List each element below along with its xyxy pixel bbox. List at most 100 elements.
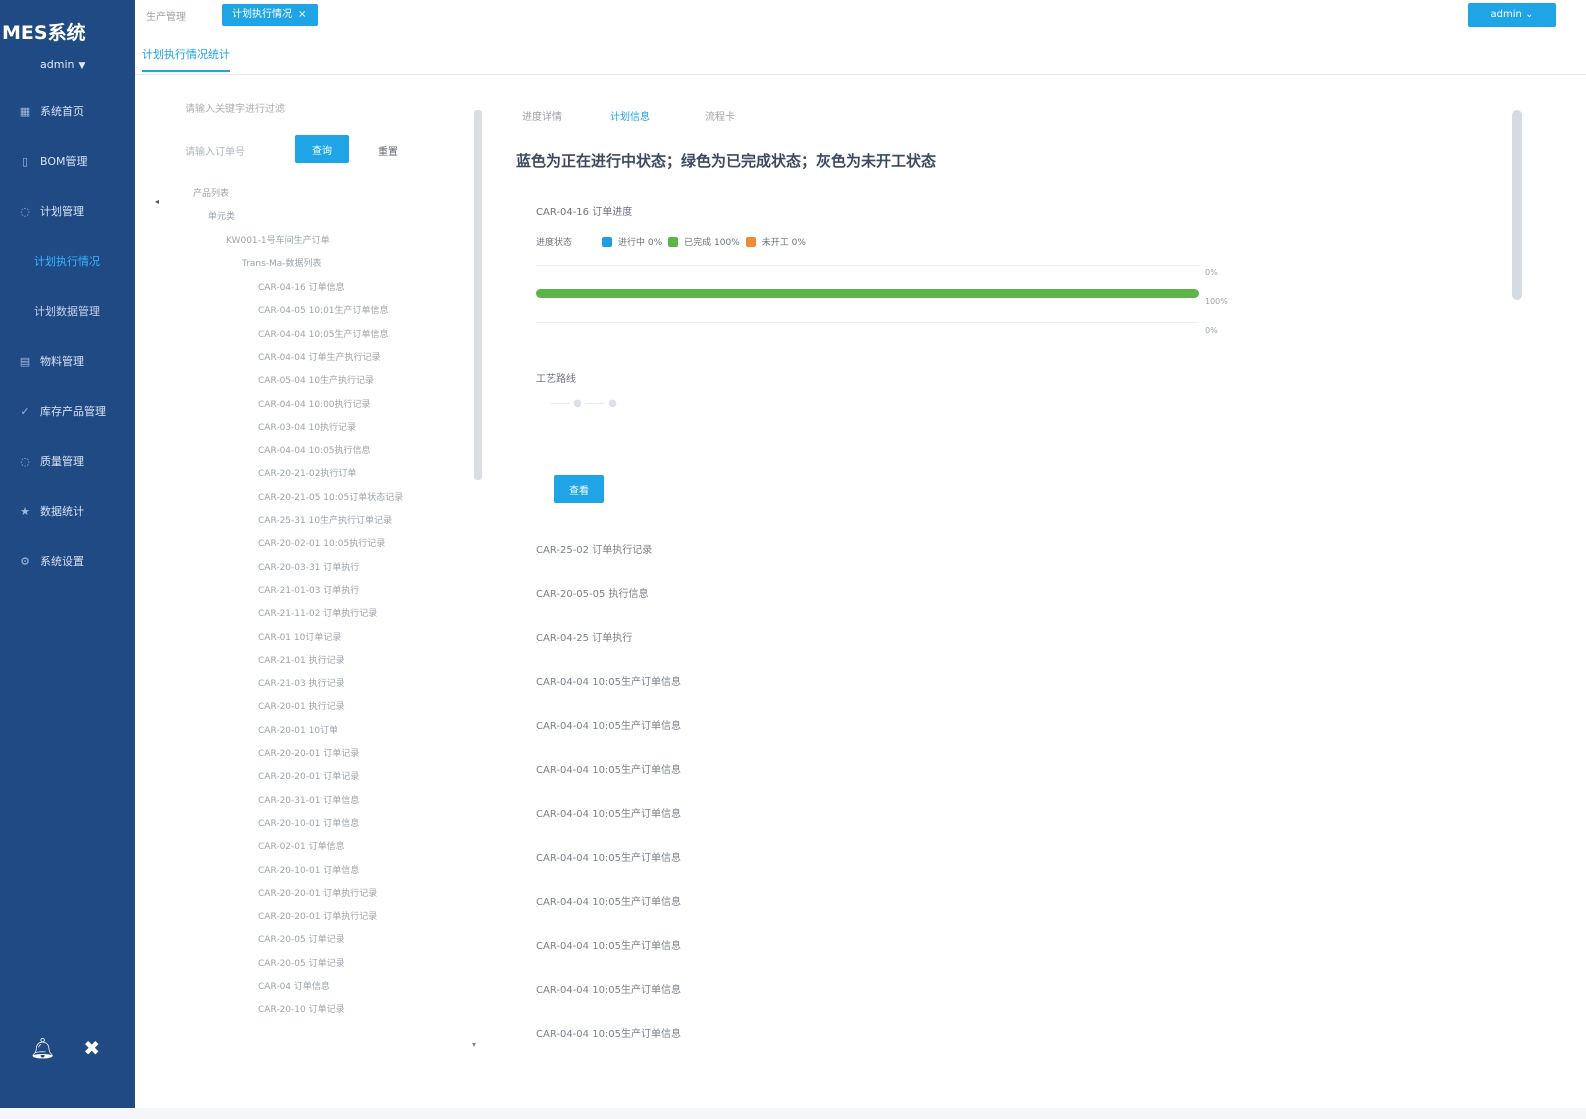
order-list-item[interactable]: CAR-04-04 10:05生产订单信息	[536, 937, 681, 952]
order-list-item[interactable]: CAR-04-04 10:05生产订单信息	[536, 805, 681, 820]
order-list-item[interactable]: CAR-04-04 10:05生产订单信息	[536, 761, 681, 776]
view-button[interactable]: 查看	[554, 475, 604, 503]
order-progress-label: CAR-04-16 订单进度	[536, 207, 633, 218]
axis-label-middle: 100%	[1205, 297, 1228, 306]
tree-leaf-item[interactable]: CAR-04-04 10:05执行信息	[258, 443, 371, 456]
tree-leaf-item[interactable]: CAR-04 订单信息	[258, 979, 330, 992]
tree-leaf-item[interactable]: CAR-20-05 订单记录	[258, 932, 345, 945]
tab-progress-detail[interactable]: 进度详情	[522, 108, 562, 123]
sidebar-item-home[interactable]: ▦ 系统首页	[0, 86, 135, 136]
sidebar-item-label: 质量管理	[40, 455, 84, 468]
tree-leaf-item[interactable]: CAR-20-05 订单记录	[258, 956, 345, 969]
tree-leaf-item[interactable]: CAR-03-04 10执行记录	[258, 420, 356, 433]
sidebar-item-quality[interactable]: ◌ 质量管理	[0, 436, 135, 486]
top-bar	[135, 0, 1586, 30]
tree-leaf-item[interactable]: CAR-21-01 执行记录	[258, 653, 345, 666]
tree-leaf-item[interactable]: CAR-20-31-01 订单信息	[258, 793, 359, 806]
order-list-item[interactable]: CAR-04-04 10:05生产订单信息	[536, 893, 681, 908]
sidebar-item-statistics[interactable]: ★ 数据统计	[0, 486, 135, 536]
close-icon[interactable]: ✖	[83, 1036, 100, 1060]
tree-leaf-item[interactable]: CAR-21-03 执行记录	[258, 676, 345, 689]
tree-leaf-item[interactable]: CAR-20-21-02执行订单	[258, 466, 356, 479]
completed-swatch	[668, 236, 679, 247]
tree-leaf-item[interactable]: CAR-02-01 订单信息	[258, 839, 345, 852]
tree-leaf-item[interactable]: CAR-20-10 订单记录	[258, 1002, 345, 1015]
sidebar-item-material[interactable]: ▤ 物料管理	[0, 336, 135, 386]
tree-leaf-item[interactable]: CAR-20-02-01 10:05执行记录	[258, 536, 385, 549]
tree-leaf-item[interactable]: CAR-20-20-01 订单执行记录	[258, 886, 377, 899]
tab-plan-info[interactable]: 计划信息	[610, 108, 650, 123]
sidebar-item-plan-data[interactable]: 计划数据管理	[0, 286, 135, 336]
tree-leaf-item[interactable]: CAR-20-20-01 订单记录	[258, 769, 359, 782]
tree-leaf-item[interactable]: CAR-04-16 订单信息	[258, 280, 345, 293]
sidebar-item-label: BOM管理	[40, 155, 88, 168]
tree-leaf-item[interactable]: CAR-20-03-31 订单执行	[258, 560, 359, 573]
tree-node-level1[interactable]: 单元类	[208, 209, 235, 222]
order-list-item[interactable]: CAR-04-04 10:05生产订单信息	[536, 673, 681, 688]
tree-scrollbar[interactable]	[474, 110, 482, 480]
order-list-item[interactable]: CAR-20-05-05 执行信息	[536, 585, 649, 600]
close-icon[interactable]: ×	[298, 9, 306, 20]
chevron-down-icon: ⌄	[1525, 9, 1534, 20]
tree-leaf-item[interactable]: CAR-20-01 执行记录	[258, 699, 345, 712]
order-list-item[interactable]: CAR-25-02 订单执行记录	[536, 541, 652, 556]
subtitle-bar	[135, 30, 1586, 75]
tree-leaf-item[interactable]: CAR-04-04 订单生产执行记录	[258, 350, 381, 363]
collapse-toggle-icon[interactable]: ◂	[155, 197, 159, 206]
tab-flow-card[interactable]: 流程卡	[705, 108, 735, 123]
reset-button[interactable]: 重置	[378, 143, 398, 158]
tree-leaf-item[interactable]: CAR-01 10订单记录	[258, 630, 341, 643]
tree-node-root[interactable]: 产品列表	[193, 186, 229, 199]
search-button[interactable]: 查询	[295, 135, 349, 163]
right-scrollbar[interactable]	[1512, 110, 1522, 300]
sidebar-item-settings[interactable]: ⚙ 系统设置	[0, 536, 135, 586]
document-icon: ▯	[21, 154, 29, 168]
tree-leaf-item[interactable]: CAR-20-01 10订单	[258, 723, 338, 736]
tree-leaf-item[interactable]: CAR-21-11-02 订单执行记录	[258, 606, 377, 619]
not-started-swatch	[745, 236, 756, 247]
tree-leaf-item[interactable]: CAR-25-31 10生产执行订单记录	[258, 513, 392, 526]
table-icon: ▤	[19, 354, 31, 368]
sidebar-item-label: 计划数据管理	[34, 305, 100, 318]
sidebar-item-bom[interactable]: ▯ BOM管理	[0, 136, 135, 186]
tree-leaf-item[interactable]: CAR-20-10-01 订单信息	[258, 816, 359, 829]
tree-node-level3[interactable]: Trans-Ma-数据列表	[242, 256, 322, 269]
tree-leaf-item[interactable]: CAR-05-04 10生产执行记录	[258, 373, 374, 386]
order-number-input[interactable]: 请输入订单号	[185, 143, 245, 158]
completion-progress-bar	[536, 289, 1199, 298]
tree-leaf-item[interactable]: CAR-20-20-01 订单记录	[258, 746, 359, 759]
order-list-item[interactable]: CAR-04-25 订单执行	[536, 629, 632, 644]
user-dropdown-button[interactable]: admin ⌄	[1468, 3, 1556, 27]
user-menu[interactable]: admin ▼	[40, 58, 85, 71]
page-title[interactable]: 计划执行情况统计	[142, 46, 230, 72]
sidebar-item-plan[interactable]: ◌ 计划管理	[0, 186, 135, 236]
sidebar-item-plan-execution[interactable]: 计划执行情况	[0, 236, 135, 286]
tree-leaf-item[interactable]: CAR-20-21-05 10:05订单状态记录	[258, 490, 403, 503]
tree-leaf-item[interactable]: CAR-21-01-03 订单执行	[258, 583, 359, 596]
not-started-legend: 未开工 0%	[761, 238, 806, 248]
bell-icon[interactable]: 🔔︎	[30, 1036, 55, 1060]
axis-label-bottom: 0%	[1205, 326, 1218, 335]
tab-home[interactable]: 生产管理	[146, 8, 186, 23]
user-name: admin	[40, 58, 75, 71]
sidebar-item-label: 系统首页	[40, 105, 84, 118]
tree-leaf-item[interactable]: CAR-04-05 10:01生产订单信息	[258, 303, 389, 316]
tree-node-level2[interactable]: KW001-1号车间生产订单	[226, 233, 330, 246]
order-list-item[interactable]: CAR-04-04 10:05生产订单信息	[536, 849, 681, 864]
user-dropdown-label: admin	[1490, 9, 1522, 20]
tree-leaf-item[interactable]: CAR-20-10-01 订单信息	[258, 863, 359, 876]
scroll-arrow-icon[interactable]: ▾	[472, 1040, 476, 1049]
order-list-item[interactable]: CAR-04-04 10:05生产订单信息	[536, 981, 681, 996]
axis-label-top: 0%	[1205, 268, 1218, 277]
tree-filter-hint[interactable]: 请输入关键字进行过滤	[185, 100, 285, 115]
sidebar-item-inventory[interactable]: ✓ 库存产品管理	[0, 386, 135, 436]
tab-label: 计划执行情况	[232, 9, 292, 20]
tree-leaf-item[interactable]: CAR-04-04 10:05生产订单信息	[258, 327, 389, 340]
grid-icon: ▦	[19, 104, 31, 118]
order-list-item[interactable]: CAR-04-04 10:05生产订单信息	[536, 1025, 681, 1040]
brand-title: MES系统	[2, 22, 86, 44]
tree-leaf-item[interactable]: CAR-20-20-01 订单执行记录	[258, 909, 377, 922]
tab-plan-execution[interactable]: 计划执行情况 ×	[222, 4, 318, 26]
tree-leaf-item[interactable]: CAR-04-04 10:00执行记录	[258, 397, 371, 410]
order-list-item[interactable]: CAR-04-04 10:05生产订单信息	[536, 717, 681, 732]
